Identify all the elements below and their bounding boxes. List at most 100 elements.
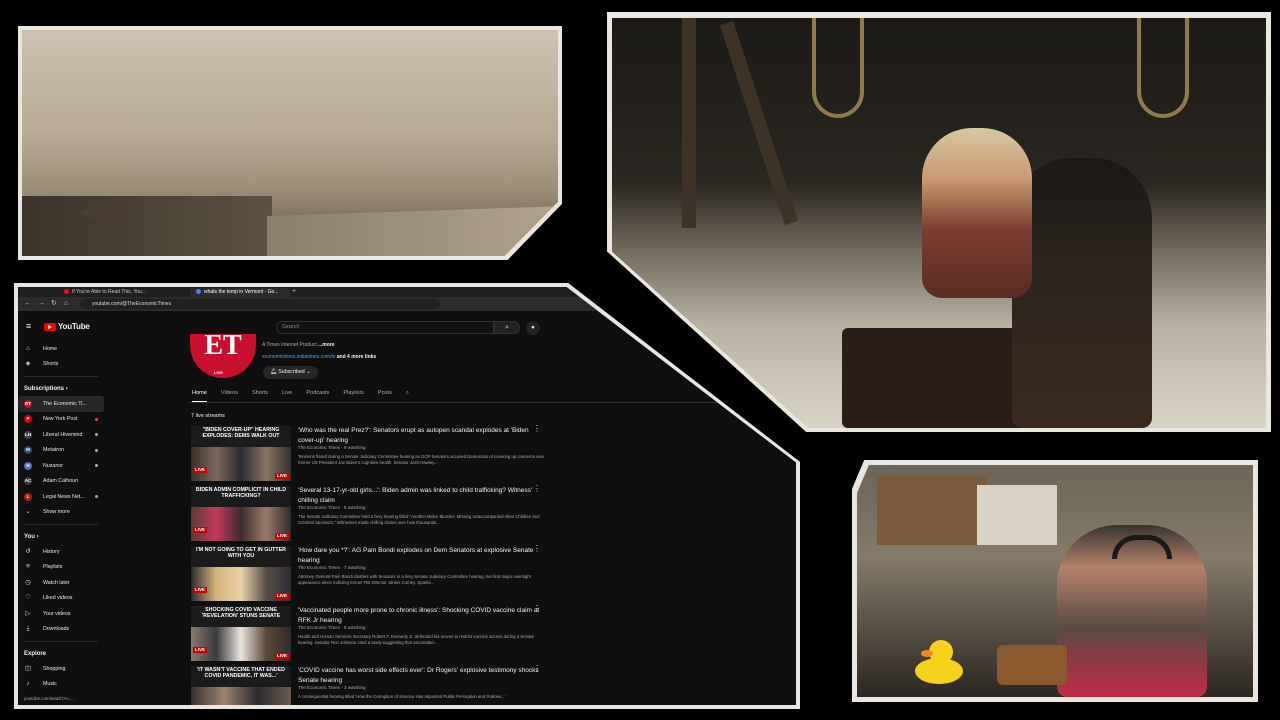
sidebar-item-watch-later[interactable]: ◷ Watch later [18,575,104,591]
voice-search-button[interactable]: ● [526,321,540,335]
sidebar-item-label: Your videos [43,610,71,617]
video-item[interactable]: 'IT WASN'T VACCINE THAT ENDED COVID PAND… [191,664,751,705]
sidebar-item-label: Metatron [43,447,64,454]
video-thumbnail[interactable]: BIDEN ADMIN COMPLICIT IN CHILD TRAFFICKI… [191,486,291,541]
more-options-icon[interactable]: ⋮ [533,664,541,673]
sidebar-item-show-more[interactable]: ⌄ Show more [18,505,104,521]
sidebar-item-liked-videos[interactable]: ♡ Liked videos [18,591,104,607]
sidebar-item-home[interactable]: ⌂ Home [18,341,104,357]
back-icon[interactable]: ← [24,299,31,309]
video-description: A consequential hearing titled 'How the … [298,694,506,699]
chevron-right-icon: › [36,533,39,540]
history-icon: ↺ [25,547,31,555]
video-title[interactable]: 'Vaccinated people more prone to chronic… [298,606,548,625]
more-options-icon[interactable]: ⋮ [533,424,541,433]
sidebar-item-label: Shopping [43,665,66,672]
browser-tab-active[interactable]: whats the temp in Vermont - Go... [190,288,290,297]
thumbnail-caption: "BIDEN COVER-UP" HEARING EXPLODES: DEMS … [202,427,280,439]
new-content-dot [95,448,98,452]
sidebar-item-label: Music [43,681,57,688]
more-options-icon[interactable]: ⋮ [533,484,541,493]
channel-links[interactable]: economictimes.indiatimes.com/tv and 4 mo… [262,354,376,360]
video-title[interactable]: 'How dare you *?': AG Pam Bondi explodes… [298,546,548,565]
more-options-icon[interactable]: ⋮ [533,544,541,553]
tab-home[interactable]: Home [192,388,207,402]
browser-tab[interactable]: If You're Able to Read This, You... [58,288,158,297]
sidebar-item-label: Adam Calhoun [43,478,79,485]
tab-label: whats the temp in Vermont - Go... [204,289,279,295]
sidebar-item-metatron[interactable]: M Metatron [18,443,104,459]
reload-icon[interactable]: ↻ [51,299,57,309]
sidebar-item-shorts[interactable]: ◈ Shorts [18,357,104,373]
sidebar-item-history[interactable]: ↺ History [18,544,104,560]
forward-icon[interactable]: → [38,299,45,309]
tab-podcasts[interactable]: Podcasts [306,388,329,402]
search-button[interactable]: ⌕ [494,321,520,334]
channel-live-label: LIVE [214,370,223,375]
sidebar-item-liberal-hivemind[interactable]: LH Liberal Hivemind [18,427,104,443]
video-thumbnail[interactable]: 'IT WASN'T VACCINE THAT ENDED COVID PAND… [191,666,291,705]
rubber-duck [915,640,963,684]
chevron-down-icon: ⌄ [306,369,311,375]
sidebar-item-your-videos[interactable]: ▷ Your videos [18,606,104,622]
tab-shorts[interactable]: Shorts [252,388,268,402]
sidebar-item-label: Liberal Hivemind [43,431,83,438]
video-thumbnail[interactable]: I'M NOT GOING TO GET IN GUTTER WITH YOU … [191,546,291,601]
video-item[interactable]: SHOCKING COVID VACCINE 'REVELATION' STUN… [191,604,751,661]
sidebar-item-adam-calhoun[interactable]: AC Adam Calhoun [18,474,104,490]
video-title[interactable]: 'Several 13-17-yr-old girls...': Biden a… [298,486,548,505]
channel-logo[interactable]: ET LIVE [190,334,256,378]
tab-live[interactable]: Live [282,388,292,402]
sidebar-item-new-york-post[interactable]: P New York Post [18,412,104,428]
you-heading[interactable]: You › [18,529,104,544]
video-channel[interactable]: The Economic Times [298,505,340,510]
video-meta: The Economic Times · 9 watching [298,445,366,450]
youtube-logo[interactable]: YouTube [44,322,90,331]
video-title[interactable]: 'COVID vaccine has worst side effects ev… [298,666,548,685]
chevron-down-icon: ⌄ [25,508,31,516]
sidebar-item-label: Home [43,345,58,352]
video-channel[interactable]: The Economic Times [298,445,340,450]
channel-description[interactable]: A Times Internet Product ...more [262,342,335,348]
video-thumbnail[interactable]: "BIDEN COVER-UP" HEARING EXPLODES: DEMS … [191,426,291,481]
video-item[interactable]: BIDEN ADMIN COMPLICIT IN CHILD TRAFFICKI… [191,484,751,541]
sidebar-item-nuzanor[interactable]: N Nuzanor [18,458,104,474]
video-item[interactable]: "BIDEN COVER-UP" HEARING EXPLODES: DEMS … [191,424,751,481]
swing-post [682,18,696,228]
tab-posts[interactable]: Posts [378,388,392,402]
video-title[interactable]: 'Who was the real Prez?': Senators erupt… [298,426,548,445]
video-item[interactable]: I'M NOT GOING TO GET IN GUTTER WITH YOU … [191,544,751,601]
menu-icon[interactable]: ≡ [26,322,31,331]
subscriptions-heading[interactable]: Subscriptions › [18,381,104,396]
more-links[interactable]: and 4 more links [337,354,376,360]
video-channel[interactable]: The Economic Times [298,625,340,630]
home-icon[interactable]: ⌂ [64,299,68,309]
search-input[interactable]: Search [276,321,494,334]
ceiling-fixture [80,208,126,218]
tab-videos[interactable]: Videos [221,388,238,402]
channel-search-icon[interactable]: ⌕ [406,388,409,402]
tab-playlists[interactable]: Playlists [343,388,364,402]
url-field[interactable]: youtube.com/@TheEconomicTimes [80,299,440,309]
sidebar-item-shopping[interactable]: ◫ Shopping [18,661,104,677]
music-icon: ♪ [26,680,30,688]
sidebar-item-downloads[interactable]: ⤓ Downloads [18,622,104,638]
youtube-logo-text: YouTube [58,322,90,331]
sidebar-item-music[interactable]: ♪ Music [18,677,104,693]
more-options-icon[interactable]: ⋮ [533,604,541,613]
video-channel[interactable]: The Economic Times [298,685,340,690]
sidebar-item-legal-news-net[interactable]: L Legal News Net... [18,489,104,505]
channel-link[interactable]: economictimes.indiatimes.com/tv [262,354,335,360]
sidebar-item-playlists[interactable]: ≡ Playlists [18,560,104,576]
live-badge: LIVE [274,533,289,539]
sidebar-item-economic-times[interactable]: ET The Economic Ti... [18,396,104,412]
sidebar-item-label: New York Post [43,416,78,423]
thumbnail-caption: I'M NOT GOING TO GET IN GUTTER WITH YOU [195,547,287,559]
new-content-dot [95,433,98,437]
live-badge: LIVE [274,653,289,659]
more-link[interactable]: ...more [318,342,334,348]
video-thumbnail[interactable]: SHOCKING COVID VACCINE 'REVELATION' STUN… [191,606,291,661]
video-channel[interactable]: The Economic Times [298,565,340,570]
new-tab-icon[interactable]: + [292,287,296,297]
subscribed-button[interactable]: 🔔︎ Subscribed ⌄ [263,366,318,379]
